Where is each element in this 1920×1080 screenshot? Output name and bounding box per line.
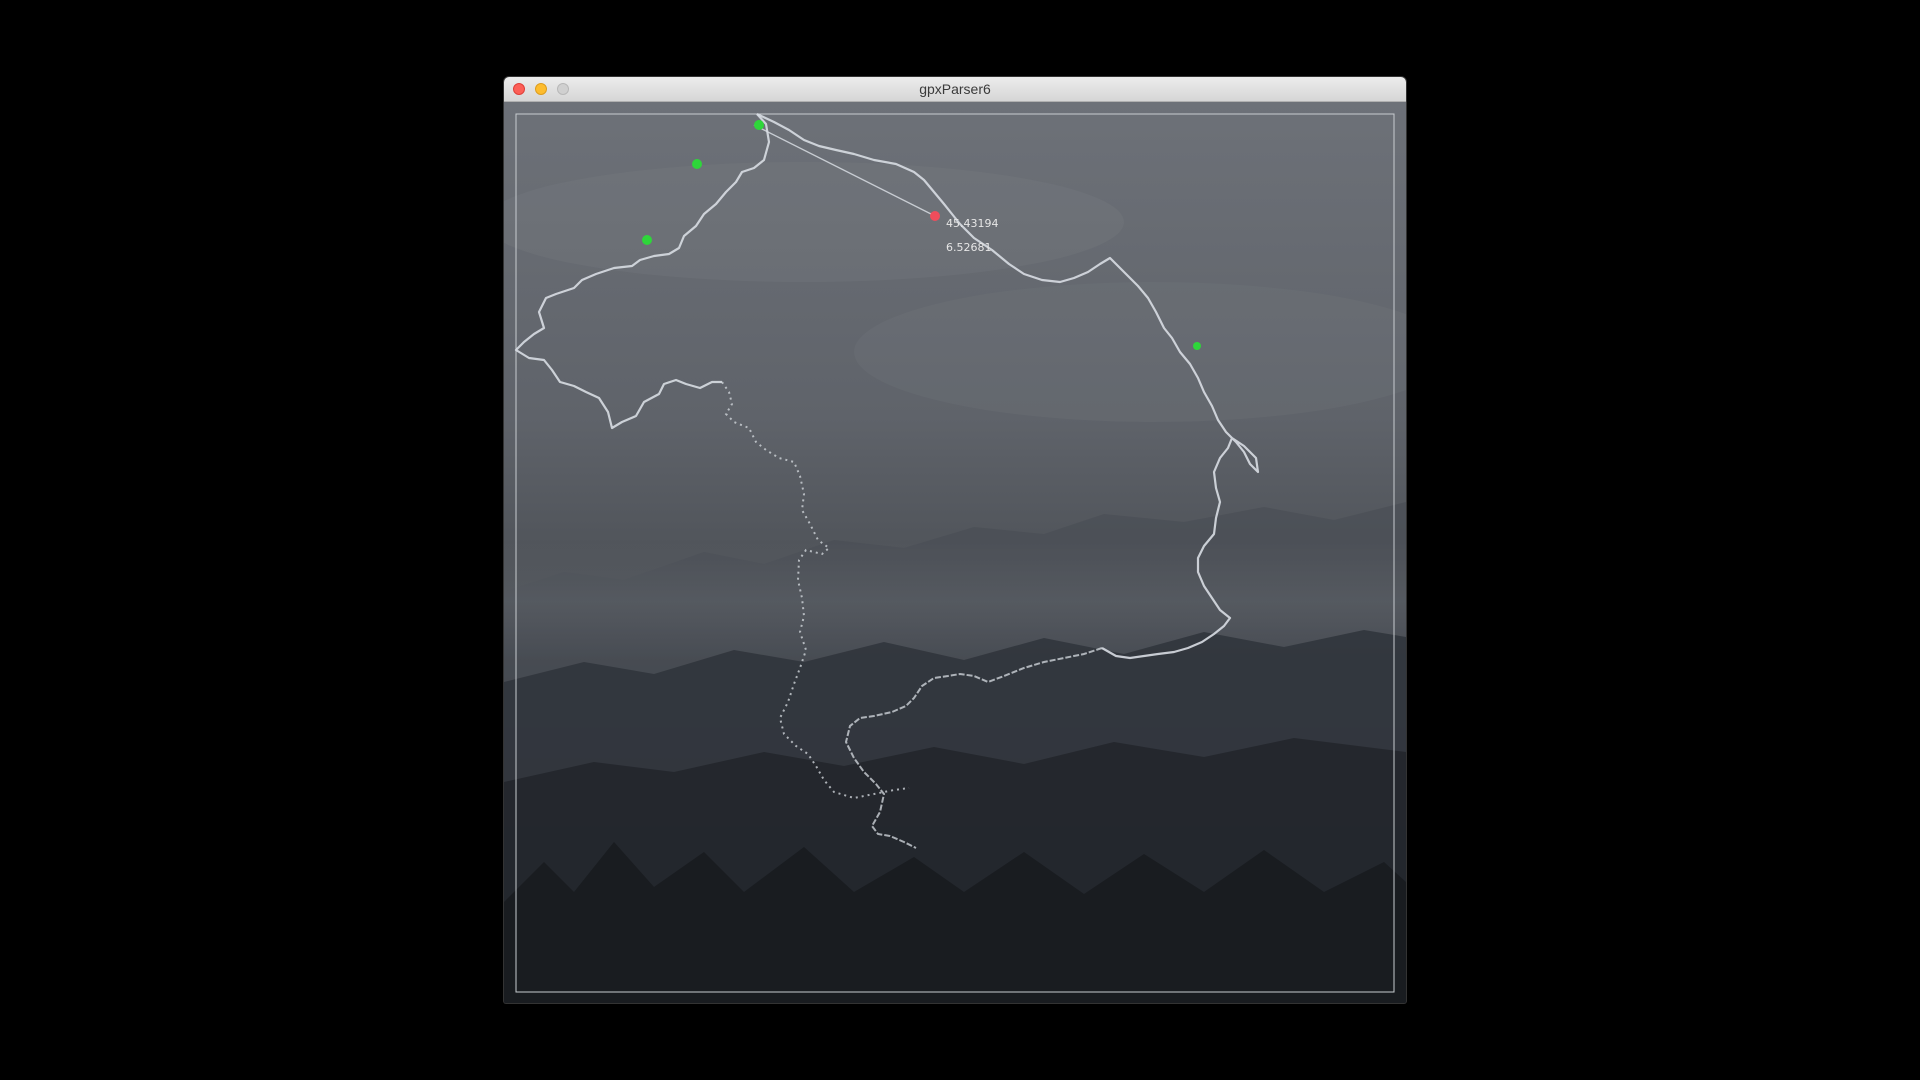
app-window: gpxParser6 45.43194 6.52681 (504, 77, 1406, 1003)
background-photo (504, 102, 1406, 1003)
waypoint-marker[interactable] (642, 235, 652, 245)
waypoint-marker[interactable] (754, 120, 764, 130)
map-canvas[interactable]: 45.43194 6.52681 (504, 102, 1406, 1003)
waypoint-marker[interactable] (1193, 342, 1201, 350)
window-title: gpxParser6 (919, 81, 991, 97)
selected-lon-label: 6.52681 (946, 241, 992, 254)
waypoint-marker[interactable] (692, 159, 702, 169)
title-bar: gpxParser6 (504, 77, 1406, 102)
selected-lat-label: 45.43194 (946, 217, 999, 230)
gpx-map-svg: 45.43194 6.52681 (504, 102, 1406, 1003)
selected-point-marker[interactable] (930, 211, 940, 221)
